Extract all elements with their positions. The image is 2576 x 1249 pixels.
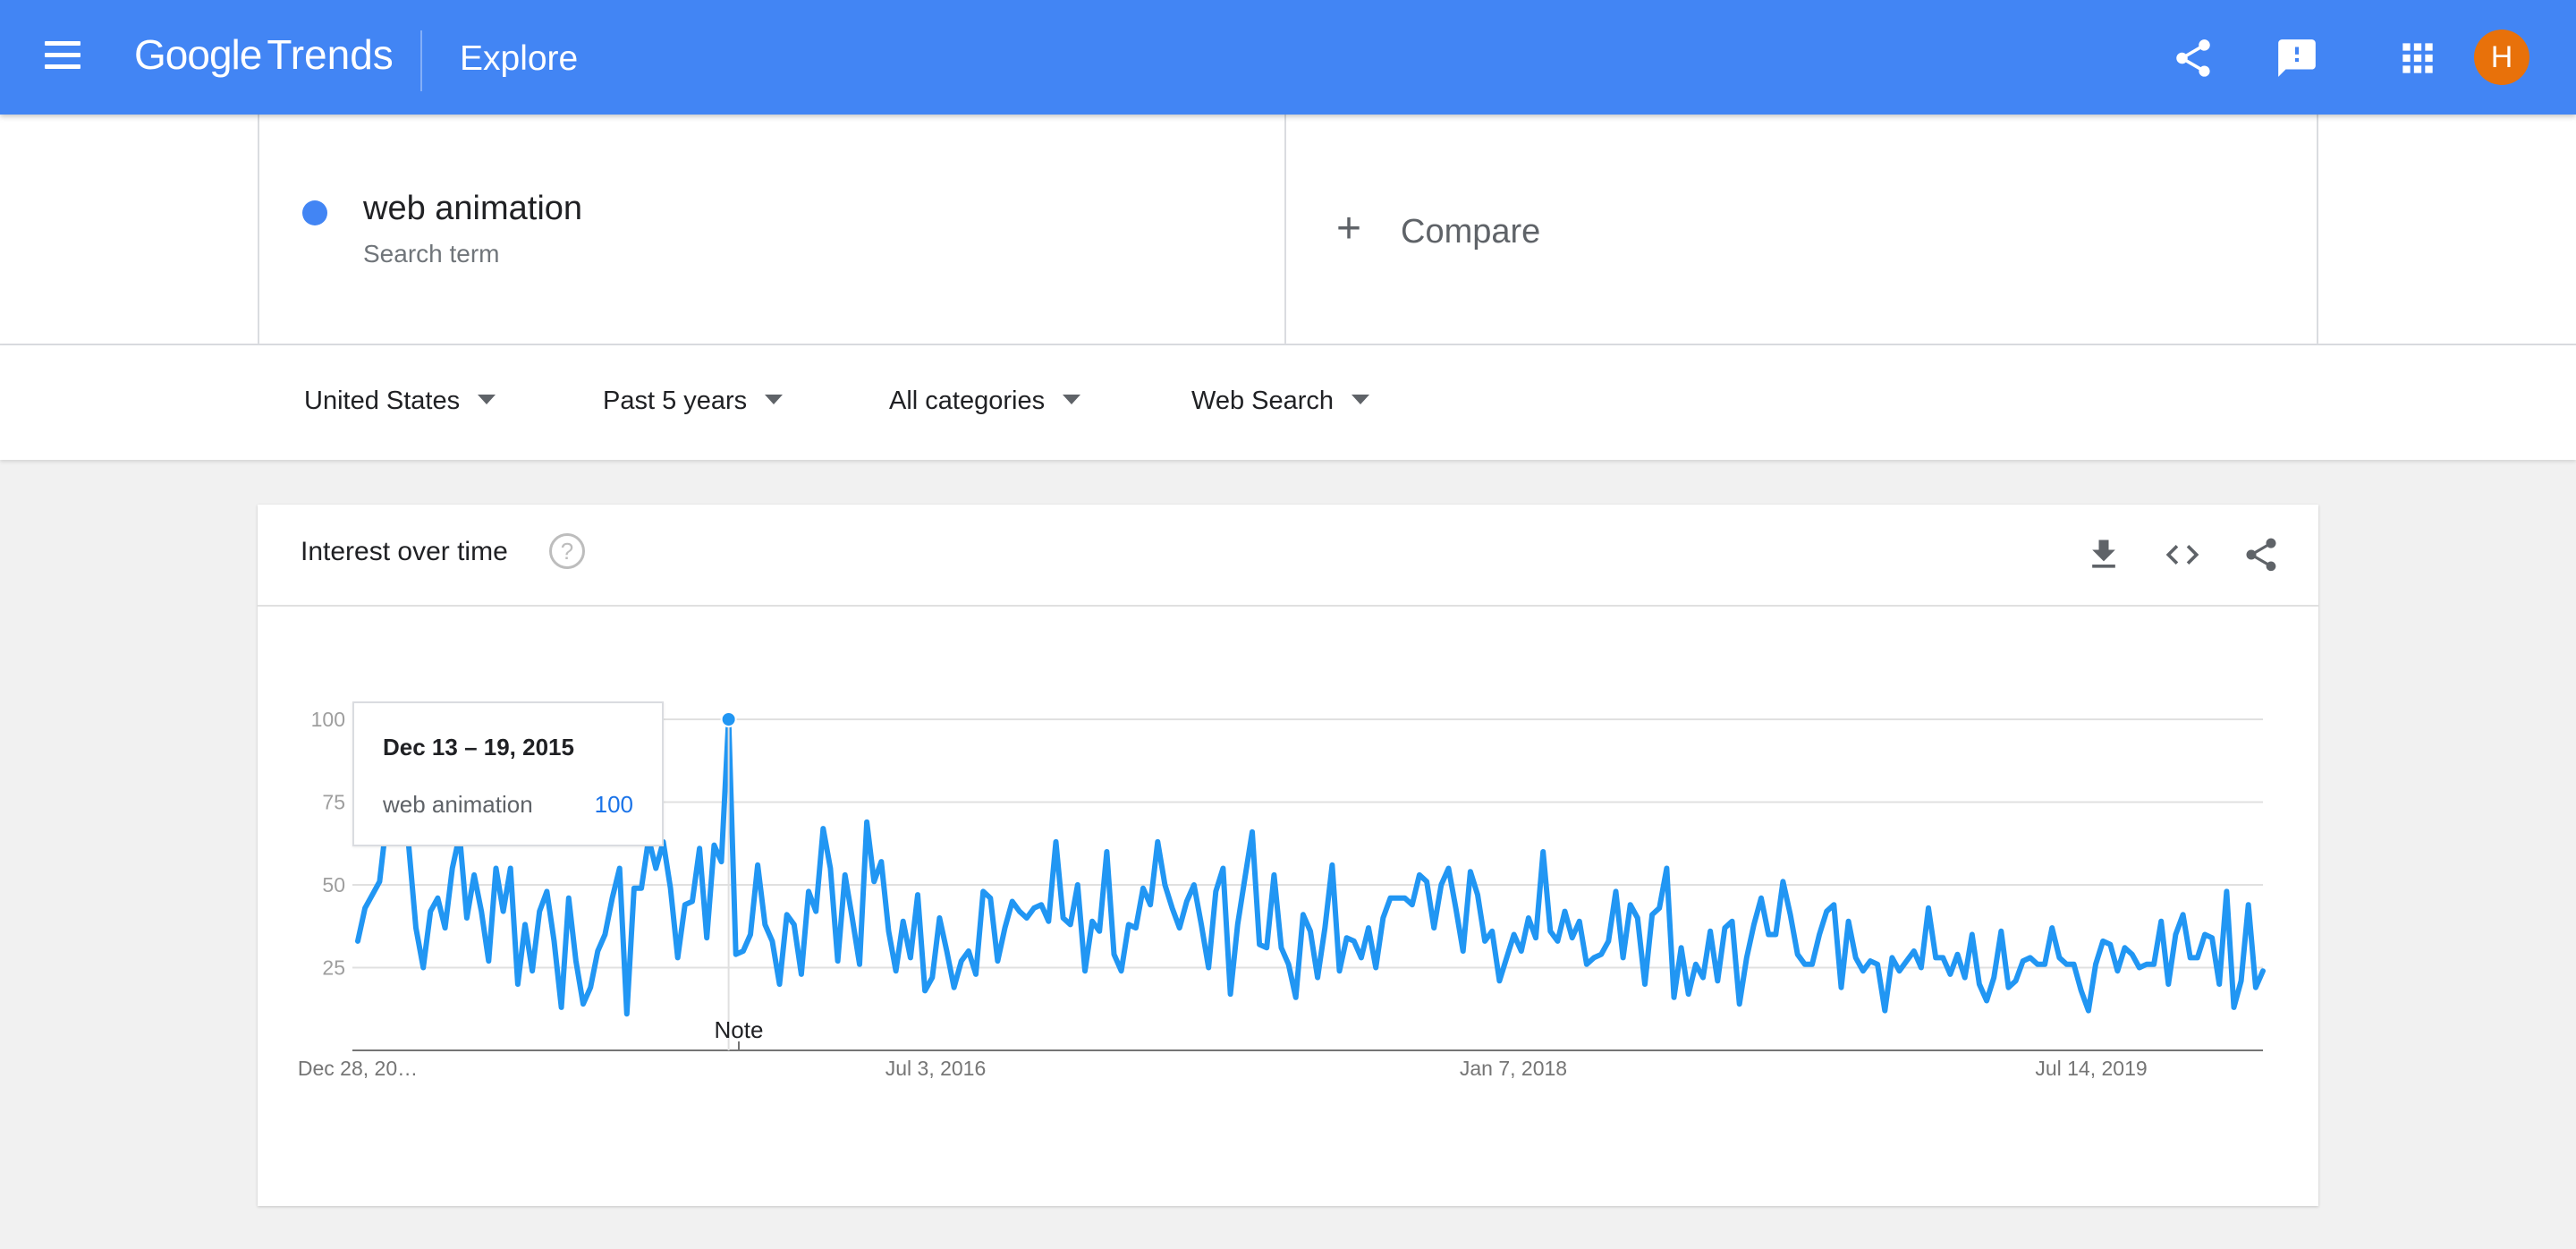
- interest-line-chart[interactable]: 100 75 50 25 Dec 28, 20… Jul 3, 2016 Jan 7, 2…: [0, 0, 2576, 1249]
- chart-tooltip: Dec 13 – 19, 2015 web animation 100: [352, 701, 664, 846]
- google-trends-logo[interactable]: Google Trends: [134, 30, 394, 84]
- y-tick-label: 75: [322, 791, 345, 814]
- x-tick-label: Dec 28, 20…: [298, 1057, 418, 1080]
- feedback-icon[interactable]: [2275, 36, 2319, 81]
- apps-icon[interactable]: [2395, 36, 2440, 81]
- y-tick-label: 25: [322, 956, 345, 980]
- y-tick-label: 50: [322, 873, 345, 896]
- y-tick-label: 100: [311, 708, 345, 731]
- note-annotation[interactable]: Note: [715, 1016, 764, 1043]
- logo-trends-text: Trends: [267, 31, 394, 78]
- focus-point: [720, 711, 737, 727]
- logo-google-text: Google: [134, 31, 262, 78]
- menu-icon[interactable]: [45, 41, 80, 73]
- app-header: Google Trends Explore H: [0, 0, 2576, 115]
- tooltip-value: 100: [594, 791, 633, 818]
- header-divider: [420, 30, 422, 91]
- tooltip-term: web animation: [383, 791, 533, 818]
- x-tick-label: Jan 7, 2018: [1460, 1057, 1567, 1080]
- page-title: Explore: [460, 39, 579, 78]
- x-tick-label: Jul 14, 2019: [2035, 1057, 2147, 1080]
- share-icon[interactable]: [2171, 36, 2216, 81]
- avatar[interactable]: H: [2474, 30, 2529, 85]
- x-tick-label: Jul 3, 2016: [886, 1057, 987, 1080]
- tooltip-date: Dec 13 – 19, 2015: [383, 734, 574, 760]
